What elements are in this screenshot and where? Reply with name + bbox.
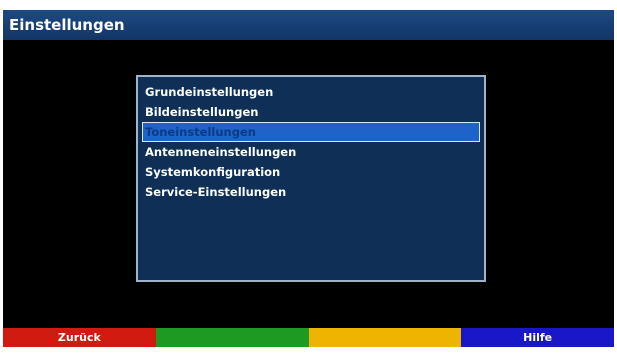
settings-menu-list: Grundeinstellungen Bildeinstellungen Ton…	[142, 82, 480, 202]
settings-menu-panel: Grundeinstellungen Bildeinstellungen Ton…	[136, 75, 486, 282]
blue-key-help-button[interactable]: Hilfe	[461, 328, 614, 347]
page-title: Einstellungen	[9, 16, 125, 34]
title-bar: Einstellungen	[3, 10, 614, 40]
menu-item-service-einstellungen[interactable]: Service-Einstellungen	[142, 182, 480, 202]
menu-item-toneinstellungen[interactable]: Toneinstellungen	[142, 122, 480, 142]
tv-screen: Einstellungen Grundeinstellungen Bildein…	[3, 10, 614, 347]
screen: Einstellungen Grundeinstellungen Bildein…	[0, 0, 617, 355]
menu-item-grundeinstellungen[interactable]: Grundeinstellungen	[142, 82, 480, 102]
color-key-bar: Zurück Hilfe	[3, 328, 614, 347]
red-key-back-button[interactable]: Zurück	[3, 328, 156, 347]
menu-item-bildeinstellungen[interactable]: Bildeinstellungen	[142, 102, 480, 122]
green-key-button[interactable]	[155, 328, 309, 347]
menu-item-antenneneinstellungen[interactable]: Antenneneinstellungen	[142, 142, 480, 162]
menu-item-systemkonfiguration[interactable]: Systemkonfiguration	[142, 162, 480, 182]
yellow-key-button[interactable]	[308, 328, 462, 347]
